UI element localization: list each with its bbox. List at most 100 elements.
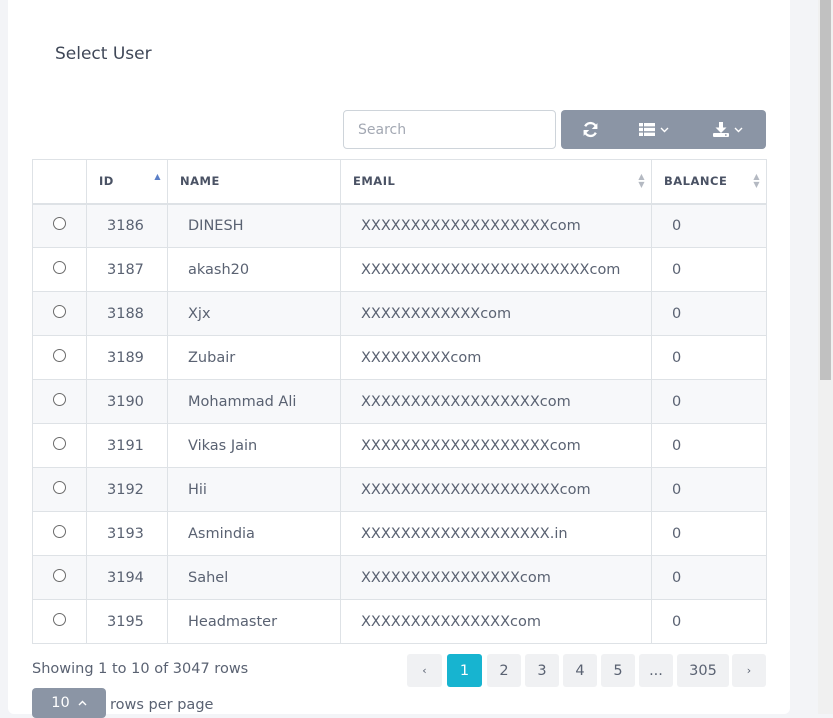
user-email-cell: XXXXXXXXXXXXcom [340, 291, 652, 336]
sort-icon: ▲ ▼ [638, 172, 645, 189]
user-name-cell: Xjx [167, 291, 341, 336]
name-header-label: NAME [180, 174, 220, 189]
page-button-last[interactable]: 305 [677, 654, 729, 687]
row-select-radio[interactable] [53, 437, 66, 450]
id-column-header[interactable]: ID ▲ [86, 159, 168, 205]
table-toolbar [561, 110, 766, 149]
table-row[interactable]: 3189 Zubair XXXXXXXXXcom 0 [32, 335, 767, 380]
user-balance-cell: 0 [651, 423, 767, 468]
user-name-cell: DINESH [167, 203, 341, 248]
user-id-cell: 3189 [86, 335, 168, 380]
refresh-icon [583, 121, 597, 138]
email-header-label: EMAIL [353, 174, 396, 189]
user-name-cell: Hii [167, 467, 341, 512]
user-balance-cell: 0 [651, 599, 767, 644]
user-name-cell: Headmaster [167, 599, 341, 644]
user-balance-cell: 0 [651, 291, 767, 336]
page-scrollbar[interactable] [818, 0, 833, 714]
row-select-radio[interactable] [53, 349, 66, 362]
user-name-cell: Sahel [167, 555, 341, 600]
columns-toggle-button[interactable] [619, 110, 689, 149]
page-button-3[interactable]: 3 [525, 654, 559, 687]
row-select-radio[interactable] [53, 613, 66, 626]
row-select-radio[interactable] [53, 305, 66, 318]
page-title: Select User [55, 44, 152, 64]
balance-column-header[interactable]: BALANCE ▲ ▼ [651, 159, 767, 205]
user-email-cell: XXXXXXXXXXXXXXXcom [340, 599, 652, 644]
table-row[interactable]: 3195 Headmaster XXXXXXXXXXXXXXXcom 0 [32, 599, 767, 644]
page-button-4[interactable]: 4 [563, 654, 597, 687]
user-balance-cell: 0 [651, 467, 767, 512]
user-id-cell: 3187 [86, 247, 168, 292]
table-row[interactable]: 3188 Xjx XXXXXXXXXXXXcom 0 [32, 291, 767, 336]
pagination-info: Showing 1 to 10 of 3047 rows [32, 661, 249, 677]
row-select-radio[interactable] [53, 569, 66, 582]
user-name-cell: Vikas Jain [167, 423, 341, 468]
select-column-header [32, 159, 87, 205]
user-email-cell: XXXXXXXXXXXXXXXXXXX.in [340, 511, 652, 556]
next-page-button[interactable]: › [732, 654, 766, 687]
table-row[interactable]: 3191 Vikas Jain XXXXXXXXXXXXXXXXXXXcom 0 [32, 423, 767, 468]
table-row[interactable]: 3192 Hii XXXXXXXXXXXXXXXXXXXXcom 0 [32, 467, 767, 512]
user-email-cell: XXXXXXXXXXXXXXXXXXXcom [340, 203, 652, 248]
scrollbar-thumb[interactable] [820, 0, 831, 380]
page-ellipsis: ... [639, 654, 673, 687]
user-name-cell: Mohammad Ali [167, 379, 341, 424]
user-email-cell: XXXXXXXXXXXXXXXXXXcom [340, 379, 652, 424]
chevron-down-icon [660, 127, 669, 132]
rows-per-page-value: 10 [51, 695, 70, 711]
user-id-cell: 3195 [86, 599, 168, 644]
row-select-radio[interactable] [53, 393, 66, 406]
row-select-radio[interactable] [53, 217, 66, 231]
row-select-radio[interactable] [53, 261, 66, 274]
user-id-cell: 3192 [86, 467, 168, 512]
user-email-cell: XXXXXXXXXcom [340, 335, 652, 380]
sort-icon: ▲ ▼ [753, 172, 760, 189]
page-button-5[interactable]: 5 [601, 654, 635, 687]
user-id-cell: 3191 [86, 423, 168, 468]
user-email-cell: XXXXXXXXXXXXXXXXXXXXcom [340, 467, 652, 512]
chevron-up-icon [78, 700, 87, 706]
user-balance-cell: 0 [651, 555, 767, 600]
user-id-cell: 3193 [86, 511, 168, 556]
user-balance-cell: 0 [651, 379, 767, 424]
user-id-cell: 3194 [86, 555, 168, 600]
email-column-header[interactable]: EMAIL ▲ ▼ [340, 159, 652, 205]
user-email-cell: XXXXXXXXXXXXXXXXcom [340, 555, 652, 600]
user-email-cell: XXXXXXXXXXXXXXXXXXXcom [340, 423, 652, 468]
page-button-2[interactable]: 2 [487, 654, 521, 687]
row-select-radio[interactable] [53, 481, 66, 494]
user-name-cell: akash20 [167, 247, 341, 292]
user-balance-cell: 0 [651, 247, 767, 292]
user-id-cell: 3186 [86, 203, 168, 248]
table-row[interactable]: 3194 Sahel XXXXXXXXXXXXXXXXcom 0 [32, 555, 767, 600]
search-input[interactable] [343, 110, 556, 149]
user-balance-cell: 0 [651, 335, 767, 380]
sort-ascending-icon: ▲ [154, 172, 161, 181]
name-column-header: NAME [167, 159, 341, 205]
users-table: ID ▲ NAME EMAIL ▲ ▼ BALANCE ▲ ▼ 3186 DIN… [32, 159, 767, 644]
table-row[interactable]: 3186 DINESH XXXXXXXXXXXXXXXXXXXcom 0 [32, 203, 767, 248]
user-email-cell: XXXXXXXXXXXXXXXXXXXXXXXcom [340, 247, 652, 292]
user-balance-cell: 0 [651, 511, 767, 556]
page-button-1[interactable]: 1 [447, 654, 482, 687]
download-icon [712, 122, 729, 137]
table-row[interactable]: 3190 Mohammad Ali XXXXXXXXXXXXXXXXXXcom … [32, 379, 767, 424]
table-header-row: ID ▲ NAME EMAIL ▲ ▼ BALANCE ▲ ▼ [32, 159, 767, 205]
user-name-cell: Asmindia [167, 511, 341, 556]
id-header-label: ID [99, 174, 114, 189]
row-select-radio[interactable] [53, 525, 66, 538]
table-row[interactable]: 3193 Asmindia XXXXXXXXXXXXXXXXXXX.in 0 [32, 511, 767, 556]
refresh-button[interactable] [561, 110, 619, 149]
user-id-cell: 3188 [86, 291, 168, 336]
chevron-down-icon [734, 127, 742, 132]
columns-icon [639, 123, 655, 136]
user-name-cell: Zubair [167, 335, 341, 380]
rows-per-page-label: rows per page [110, 697, 214, 713]
user-id-cell: 3190 [86, 379, 168, 424]
prev-page-button[interactable]: ‹ [407, 654, 442, 687]
select-user-card: Select User Search ID ▲ NAME EMAIL ▲ ▼ B… [8, 0, 790, 718]
table-row[interactable]: 3187 akash20 XXXXXXXXXXXXXXXXXXXXXXXcom … [32, 247, 767, 292]
export-button[interactable] [689, 110, 766, 149]
balance-header-label: BALANCE [664, 174, 728, 189]
